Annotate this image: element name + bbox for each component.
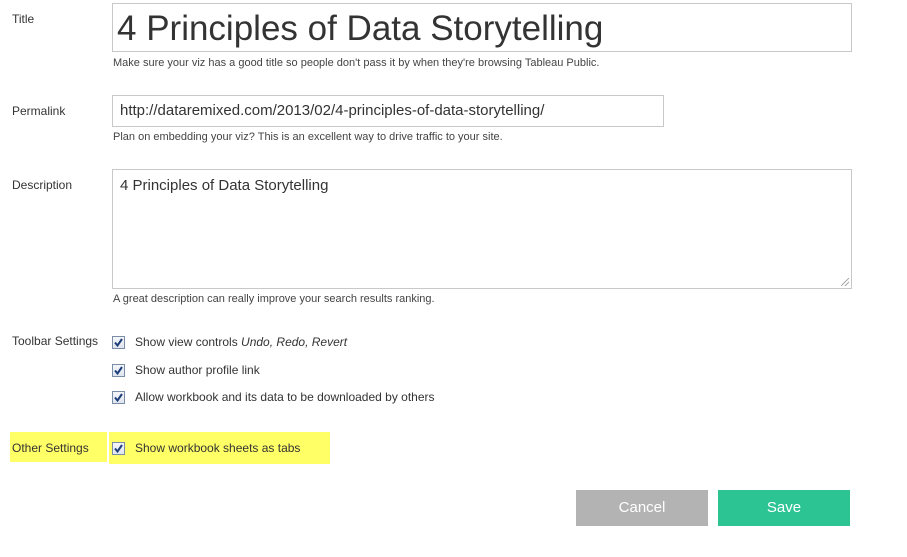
show-view-controls-checkbox[interactable]	[112, 335, 125, 349]
description-text: 4 Principles of Data Storytelling	[120, 177, 329, 194]
allow-download-checkbox[interactable]	[112, 390, 125, 404]
sheets-as-tabs-option[interactable]: Show workbook sheets as tabs	[112, 440, 300, 456]
sheets-as-tabs-label: Show workbook sheets as tabs	[135, 441, 301, 455]
cancel-button[interactable]: Cancel	[576, 490, 708, 526]
title-hint: Make sure your viz has a good title so p…	[113, 57, 600, 69]
checkmark-icon	[114, 443, 123, 453]
toolbar-settings-label: Toolbar Settings	[12, 334, 99, 348]
show-author-profile-label: Show author profile link	[135, 363, 260, 377]
description-hint: A great description can really improve y…	[113, 293, 435, 305]
permalink-label: Permalink	[12, 104, 66, 118]
description-label: Description	[12, 178, 73, 192]
checkmark-icon	[114, 337, 123, 347]
allow-download-option[interactable]: Allow workbook and its data to be downlo…	[112, 389, 435, 405]
sheets-as-tabs-checkbox[interactable]	[112, 441, 125, 455]
checkmark-icon	[114, 392, 123, 402]
save-button[interactable]: Save	[718, 490, 850, 526]
show-view-controls-label: Show view controls Undo, Redo, Revert	[135, 335, 348, 349]
workbook-settings-form: Title 4 Principles of Data Storytelling …	[0, 0, 907, 557]
show-view-controls-option[interactable]: Show view controls Undo, Redo, Revert	[112, 334, 347, 350]
resize-grip-icon[interactable]	[841, 278, 849, 286]
permalink-hint: Plan on embedding your viz? This is an e…	[113, 131, 503, 143]
title-label: Title	[12, 12, 35, 26]
show-author-profile-checkbox[interactable]	[112, 363, 125, 377]
permalink-input[interactable]: http://dataremixed.com/2013/02/4-princip…	[112, 95, 664, 127]
description-textarea[interactable]: 4 Principles of Data Storytelling	[112, 169, 852, 289]
allow-download-label: Allow workbook and its data to be downlo…	[135, 390, 435, 404]
checkmark-icon	[114, 365, 123, 375]
title-input[interactable]: 4 Principles of Data Storytelling	[112, 3, 852, 52]
other-settings-label: Other Settings	[12, 441, 89, 455]
show-author-profile-option[interactable]: Show author profile link	[112, 362, 260, 378]
